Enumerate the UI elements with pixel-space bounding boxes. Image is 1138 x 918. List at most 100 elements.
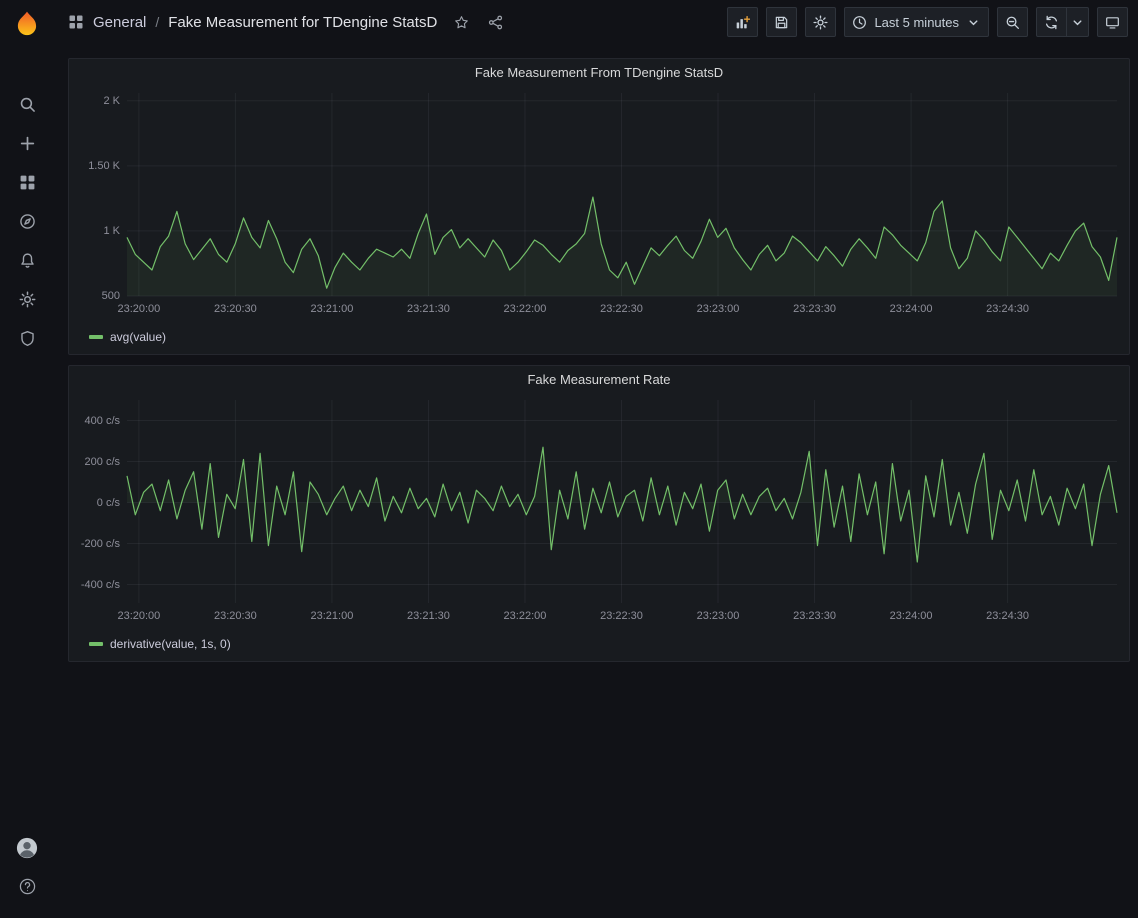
time-series-plot[interactable]: 2 K1.50 K1 K50023:20:0023:20:3023:21:002… (127, 93, 1117, 296)
save-dashboard-button[interactable] (766, 7, 797, 37)
legend-series-label[interactable]: derivative(value, 1s, 0) (110, 637, 231, 651)
breadcrumb: General / Fake Measurement for TDengine … (68, 13, 505, 32)
dashboard-canvas: Fake Measurement From TDengine StatsD 2 … (54, 44, 1138, 918)
breadcrumb-separator: / (155, 14, 159, 30)
x-tick-label: 23:21:00 (311, 303, 354, 315)
x-tick-label: 23:20:30 (214, 610, 257, 622)
y-tick-label: -400 c/s (81, 579, 127, 591)
share-icon (488, 15, 503, 30)
dashboard-settings-button[interactable] (805, 7, 836, 37)
refresh-interval-dropdown[interactable] (1067, 7, 1089, 37)
bell-icon (19, 252, 36, 269)
add-panel-button[interactable] (727, 7, 758, 37)
panel-fake-measurement-rate: Fake Measurement Rate 400 c/s 200 c/s 0 c/… (68, 365, 1130, 662)
shield-icon (19, 330, 36, 347)
panel-legend: avg(value) (69, 326, 1129, 354)
refresh-dashboard-button[interactable] (1036, 7, 1067, 37)
dashboard-toolbar: Last 5 minutes (727, 7, 1128, 37)
panel-chart-area: 2 K 1.50 K 1 K 50023:20:00 23:20:30 23:21:00 2… (69, 85, 1129, 326)
clock-icon (852, 15, 867, 30)
y-tick-label: 200 c/s (85, 456, 127, 468)
chevron-down-icon (966, 15, 981, 30)
main-area: General / Fake Measurement for TDengine … (54, 0, 1138, 918)
dashboard-top-bar: General / Fake Measurement for TDengine … (54, 0, 1138, 44)
star-dashboard-button[interactable] (452, 13, 471, 32)
search-icon (19, 96, 36, 113)
gear-icon (813, 15, 828, 30)
y-tick-label: 400 c/s (85, 415, 127, 427)
user-avatar-icon (16, 837, 38, 859)
x-tick-label: 23:23:00 (697, 303, 740, 315)
chart-canvas (127, 400, 1117, 603)
y-tick-label: 500 (102, 290, 127, 302)
x-tick-label: 23:22:30 (600, 610, 643, 622)
panel-title-menu[interactable]: Fake Measurement Rate (69, 366, 1129, 392)
grafana-logo-button[interactable] (7, 7, 47, 43)
panel-title-menu[interactable]: Fake Measurement From TDengine StatsD (69, 59, 1129, 85)
panel-title: Fake Measurement Rate (527, 372, 670, 387)
x-tick-label: 23:20:30 (214, 303, 257, 315)
save-icon (774, 15, 789, 30)
x-tick-label: 23:24:30 (986, 610, 1029, 622)
y-tick-label: 1 K (103, 225, 127, 237)
x-tick-label: 23:23:30 (793, 610, 836, 622)
time-range-picker[interactable]: Last 5 minutes (844, 7, 989, 37)
compass-icon (19, 213, 36, 230)
help-icon (19, 878, 36, 895)
panel-title: Fake Measurement From TDengine StatsD (475, 65, 723, 80)
dashboard-title: Fake Measurement for TDengine StatsD (168, 14, 437, 31)
y-tick-label: 2 K (103, 95, 127, 107)
time-series-plot[interactable]: 400 c/s200 c/s0 c/s-200 c/s-400 c/s23:20… (127, 400, 1117, 603)
chart-canvas (127, 93, 1117, 296)
y-tick-label: -200 c/s (81, 538, 127, 550)
zoom-out-icon (1005, 15, 1020, 30)
x-tick-label: 23:22:30 (600, 303, 643, 315)
panel-fake-measurement: Fake Measurement From TDengine StatsD 2 … (68, 58, 1130, 355)
x-tick-label: 23:24:30 (986, 303, 1029, 315)
chevron-down-icon (1070, 15, 1085, 30)
sidebar-item-help[interactable] (0, 867, 54, 906)
sidebar-item-dashboards[interactable] (0, 163, 54, 202)
sidebar-item-create[interactable] (0, 124, 54, 163)
time-range-label: Last 5 minutes (874, 15, 959, 30)
x-tick-label: 23:23:00 (697, 610, 740, 622)
sidebar-item-profile[interactable] (0, 828, 54, 867)
sidebar-item-configuration[interactable] (0, 280, 54, 319)
sidebar-item-server-admin[interactable] (0, 319, 54, 358)
x-tick-label: 23:24:00 (890, 303, 933, 315)
x-tick-label: 23:20:00 (117, 303, 160, 315)
gear-icon (19, 291, 36, 308)
sidebar (0, 0, 54, 918)
x-tick-label: 23:22:00 (504, 610, 547, 622)
refresh-icon (1044, 15, 1059, 30)
y-tick-label: 0 c/s (97, 497, 127, 509)
legend-swatch (89, 642, 103, 646)
grafana-logo-icon (12, 10, 42, 40)
dashboards-grid-icon (19, 174, 36, 191)
sidebar-item-explore[interactable] (0, 202, 54, 241)
legend-series-label[interactable]: avg(value) (110, 330, 166, 344)
y-tick-label: 1.50 K (88, 160, 127, 172)
tv-monitor-icon (1105, 15, 1120, 30)
share-dashboard-button[interactable] (486, 13, 505, 32)
sidebar-item-search[interactable] (0, 85, 54, 124)
plus-icon (19, 135, 36, 152)
add-panel-icon (735, 15, 750, 30)
refresh-button-group (1036, 7, 1089, 37)
zoom-out-time-button[interactable] (997, 7, 1028, 37)
x-tick-label: 23:24:00 (890, 610, 933, 622)
x-tick-label: 23:21:30 (407, 610, 450, 622)
star-icon (454, 15, 469, 30)
apps-grid-icon (68, 14, 84, 30)
x-tick-label: 23:21:30 (407, 303, 450, 315)
panel-legend: derivative(value, 1s, 0) (69, 633, 1129, 661)
breadcrumb-folder-link[interactable]: General (93, 14, 146, 31)
x-tick-label: 23:21:00 (311, 610, 354, 622)
x-tick-label: 23:20:00 (117, 610, 160, 622)
x-tick-label: 23:23:30 (793, 303, 836, 315)
sidebar-item-alerting[interactable] (0, 241, 54, 280)
kiosk-mode-button[interactable] (1097, 7, 1128, 37)
x-tick-label: 23:22:00 (504, 303, 547, 315)
panel-chart-area: 400 c/s 200 c/s 0 c/s -200 c/s -400 c/s 23:20… (69, 392, 1129, 633)
legend-swatch (89, 335, 103, 339)
